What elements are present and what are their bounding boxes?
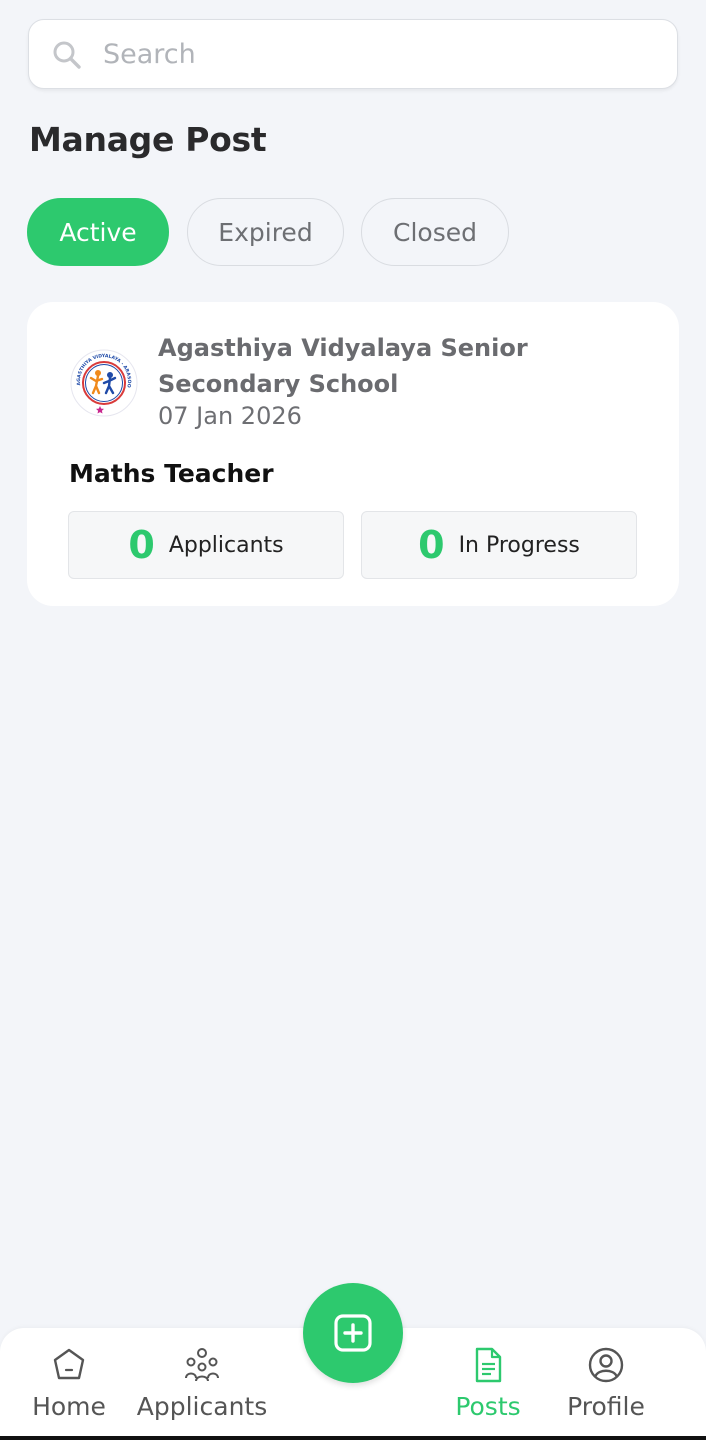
applicants-stat[interactable]: 0 Applicants bbox=[68, 511, 344, 579]
add-post-icon bbox=[334, 1314, 372, 1352]
posts-icon bbox=[475, 1347, 502, 1383]
nav-profile-label: Profile bbox=[567, 1392, 645, 1421]
home-icon bbox=[53, 1348, 85, 1380]
search-input[interactable] bbox=[103, 32, 663, 76]
nav-home[interactable]: Home bbox=[20, 1328, 118, 1432]
post-card[interactable]: AGASTHIYA VIDYALAYA - ARASOOR - VANDAVAS… bbox=[27, 302, 679, 606]
nav-profile[interactable]: Profile bbox=[556, 1328, 656, 1432]
nav-home-label: Home bbox=[32, 1392, 106, 1421]
applicants-label: Applicants bbox=[168, 532, 284, 558]
nav-posts[interactable]: Posts bbox=[442, 1328, 534, 1432]
nav-posts-label: Posts bbox=[455, 1392, 521, 1421]
in-progress-count: 0 bbox=[418, 523, 445, 567]
applicants-icon bbox=[185, 1348, 219, 1382]
applicants-count: 0 bbox=[128, 523, 155, 567]
profile-icon bbox=[588, 1347, 624, 1383]
page-title: Manage Post bbox=[29, 120, 267, 159]
nav-applicants[interactable]: Applicants bbox=[134, 1328, 270, 1432]
in-progress-label: In Progress bbox=[458, 532, 580, 558]
search-icon bbox=[53, 41, 81, 69]
school-logo: AGASTHIYA VIDYALAYA - ARASOOR - VANDAVAS… bbox=[69, 348, 138, 417]
add-post-button[interactable] bbox=[303, 1283, 403, 1383]
job-role: Maths Teacher bbox=[69, 459, 274, 488]
tab-active[interactable]: Active bbox=[27, 198, 169, 266]
in-progress-stat[interactable]: 0 In Progress bbox=[361, 511, 637, 579]
search-bar[interactable] bbox=[28, 19, 678, 89]
tab-closed[interactable]: Closed bbox=[361, 198, 509, 266]
manage-post-screen: Manage Post Active Expired Closed AGASTH… bbox=[0, 0, 706, 1440]
system-bottom-bar bbox=[0, 1436, 706, 1440]
school-name: Agasthiya Vidyalaya Senior Secondary Sch… bbox=[158, 334, 528, 398]
post-date: 07 Jan 2026 bbox=[158, 402, 302, 430]
nav-applicants-label: Applicants bbox=[136, 1392, 268, 1421]
tab-expired[interactable]: Expired bbox=[187, 198, 344, 266]
